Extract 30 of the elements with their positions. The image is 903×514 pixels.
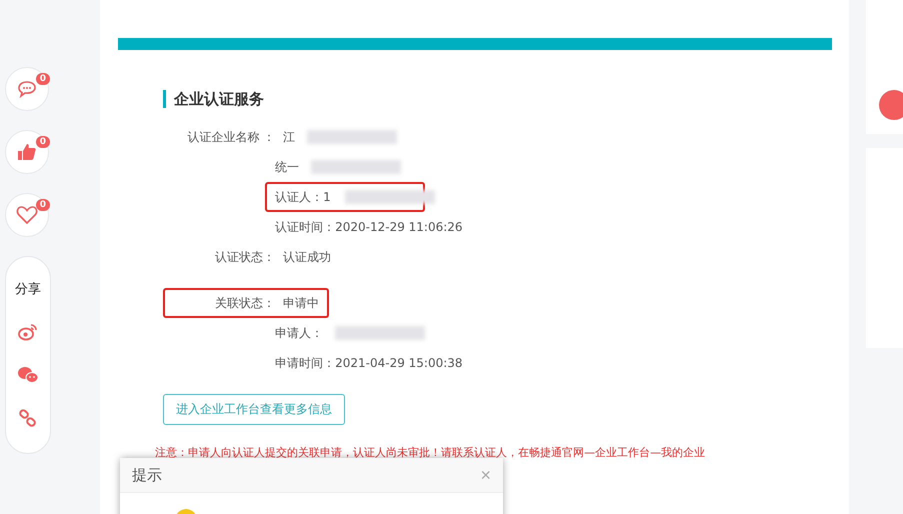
field-value: 认证成功 [283,248,332,266]
action-button[interactable]: 0 [5,67,49,111]
field-value: 江 [283,128,296,146]
share-label: 分享 [15,280,41,298]
count-badge: 0 [36,199,50,211]
field-value: 申请时间：2021-04-29 15:00:38 [275,354,463,372]
field-value: 统一 [275,158,300,176]
notice-text: 注意：申请人向认证人提交的关联申请，认证人尚未审批！请联系认证人，在畅捷通官网—企业工作台—我的企业 [155,445,706,460]
close-button[interactable]: × [480,466,491,484]
link-icon[interactable] [19,408,37,426]
field-value: 申请人： [275,324,324,342]
heart-icon [16,205,38,225]
count-badge: 0 [36,73,50,85]
field-value: 认证时间：2020-12-29 11:06:26 [275,218,463,236]
section-title: 企业认证服务 [163,90,832,108]
field-value: 申请中 [283,294,320,312]
field-label: 关联状态： [214,294,276,312]
field-value: 认证人：1 [275,188,331,206]
thumbs-up-icon [17,143,37,161]
action-button[interactable]: 0 [5,193,49,237]
workbench-button[interactable]: 进入企业工作台查看更多信息 [163,394,346,425]
field-label: 认证企业名称 ： [186,128,276,146]
action-button[interactable]: 0 [5,130,49,174]
wechat-icon[interactable] [17,366,39,384]
count-badge: 0 [36,136,50,148]
dialog-title: 提示 [132,466,162,484]
field-label: 认证状态： [214,248,276,266]
avatar-icon [878,90,903,120]
speech-bubble-icon [17,80,37,98]
weibo-icon[interactable] [18,322,38,340]
